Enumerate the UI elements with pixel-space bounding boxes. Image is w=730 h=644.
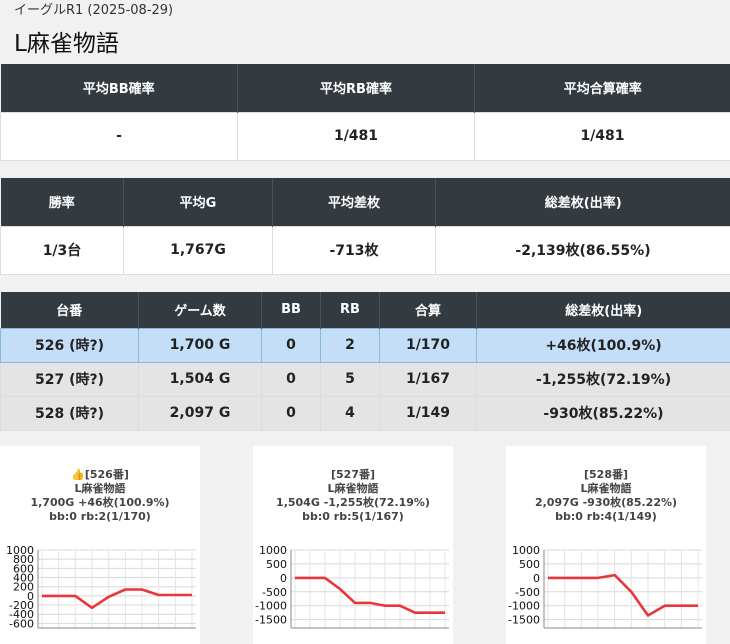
- cell-machine-number[interactable]: 527 (時?): [0, 361, 139, 397]
- card-number-label: 👍[526番]: [71, 468, 129, 481]
- table-row[interactable]: 526 (時?) 1,700 G 0 2 1/170 +46枚(100.9%): [0, 327, 730, 363]
- y-tick-label: -600: [9, 617, 34, 630]
- header-bb[interactable]: BB: [261, 292, 321, 328]
- cell-machine-number[interactable]: 528 (時?): [0, 395, 139, 431]
- header-rb[interactable]: RB: [320, 292, 380, 328]
- header-total-diff[interactable]: 総差枚(出率): [435, 178, 730, 226]
- header-avg-diff[interactable]: 平均差枚: [272, 178, 436, 226]
- value-avg-games: 1,767G: [123, 225, 273, 275]
- header-machine-number[interactable]: 台番: [0, 292, 139, 328]
- y-tick-label: 1000: [259, 544, 287, 557]
- y-tick-label: -1500: [255, 614, 287, 627]
- header-avg-games[interactable]: 平均G: [123, 178, 273, 226]
- cell-combined: 1/149: [379, 395, 477, 431]
- value-total-diff: -2,139枚(86.55%): [435, 225, 730, 275]
- card-machine-name: L麻雀物語: [580, 482, 632, 495]
- header-avg-bb[interactable]: 平均BB確率: [0, 64, 238, 112]
- cell-combined: 1/167: [379, 361, 477, 397]
- cell-total-diff-rate: -1,255枚(72.19%): [476, 361, 730, 397]
- store-date-label: イーグルR1 (2025-08-29): [14, 3, 174, 18]
- machine-card-527[interactable]: [527番] L麻雀物語 1,504G -1,255枚(72.19%) bb:0…: [253, 446, 453, 644]
- header-win-rate[interactable]: 勝率: [0, 178, 124, 226]
- card-number-label: [528番]: [583, 468, 629, 481]
- cell-total-diff-rate: +46枚(100.9%): [476, 327, 730, 363]
- value-avg-bb: -: [0, 111, 238, 161]
- cell-bb: 0: [261, 327, 321, 363]
- card-number-label: [527番]: [330, 468, 376, 481]
- table-row[interactable]: 528 (時?) 2,097 G 0 4 1/149 -930枚(85.22%): [0, 395, 730, 431]
- summary-probability-table: 平均BB確率 平均RB確率 平均合算確率 - 1/481 1/481: [0, 64, 730, 161]
- machine-card-526[interactable]: 👍[526番] L麻雀物語 1,700G +46枚(100.9%) bb:0 r…: [0, 446, 200, 644]
- card-result: 1,504G -1,255枚(72.19%): [276, 496, 430, 509]
- machine-card-528[interactable]: [528番] L麻雀物語 2,097G -930枚(85.22%) bb:0 r…: [506, 446, 706, 644]
- card-result: 2,097G -930枚(85.22%): [534, 496, 678, 509]
- card-machine-name: L麻雀物語: [74, 482, 126, 495]
- cell-game-count: 1,504 G: [138, 361, 262, 397]
- coin-diff-chart: 10005000-500-1000-1500: [508, 544, 702, 629]
- card-bonus: bb:0 rb:5(1/167): [302, 510, 404, 523]
- value-avg-rb: 1/481: [237, 111, 475, 161]
- cell-rb: 2: [320, 327, 380, 363]
- cell-combined: 1/170: [379, 327, 477, 363]
- page-title: L麻雀物語: [14, 31, 119, 57]
- header-total-diff-rate[interactable]: 総差枚(出率): [476, 292, 730, 328]
- value-avg-combined: 1/481: [474, 111, 730, 161]
- cell-game-count: 1,700 G: [138, 327, 262, 363]
- card-bonus: bb:0 rb:2(1/170): [49, 510, 151, 523]
- cell-machine-number[interactable]: 526 (時?): [0, 327, 139, 363]
- y-tick-label: -500: [515, 586, 540, 599]
- header-avg-rb[interactable]: 平均RB確率: [237, 64, 475, 112]
- machine-table: 台番 ゲーム数 BB RB 合算 総差枚(出率) 526 (時?) 1,700 …: [0, 292, 730, 431]
- y-tick-label: -500: [262, 586, 287, 599]
- header-avg-combined[interactable]: 平均合算確率: [474, 64, 730, 112]
- value-win-rate: 1/3台: [0, 225, 124, 275]
- coin-diff-chart: 10008006004002000-200-400-600: [6, 544, 196, 630]
- y-tick-label: 0: [280, 572, 287, 585]
- card-result: 1,700G +46枚(100.9%): [30, 496, 170, 509]
- y-tick-label: 1000: [512, 544, 540, 557]
- summary-result-table: 勝率 平均G 平均差枚 総差枚(出率) 1/3台 1,767G -713枚 -2…: [0, 178, 730, 275]
- card-bonus: bb:0 rb:4(1/149): [555, 510, 657, 523]
- cell-bb: 0: [261, 361, 321, 397]
- cell-bb: 0: [261, 395, 321, 431]
- value-avg-diff: -713枚: [272, 225, 436, 275]
- page-header: イーグルR1 (2025-08-29) L麻雀物語: [0, 0, 730, 64]
- y-tick-label: -1000: [508, 600, 540, 613]
- cell-rb: 5: [320, 361, 380, 397]
- y-tick-label: 500: [266, 558, 287, 571]
- cell-total-diff-rate: -930枚(85.22%): [476, 395, 730, 431]
- y-tick-label: 500: [519, 558, 540, 571]
- header-game-count[interactable]: ゲーム数: [138, 292, 262, 328]
- coin-diff-chart: 10005000-500-1000-1500: [255, 544, 449, 629]
- cell-game-count: 2,097 G: [138, 395, 262, 431]
- header-combined[interactable]: 合算: [379, 292, 477, 328]
- series-line: [548, 573, 698, 617]
- y-tick-label: -1500: [508, 614, 540, 627]
- cell-rb: 4: [320, 395, 380, 431]
- y-tick-label: -1000: [255, 600, 287, 613]
- card-machine-name: L麻雀物語: [327, 482, 379, 495]
- table-row[interactable]: 527 (時?) 1,504 G 0 5 1/167 -1,255枚(72.19…: [0, 361, 730, 397]
- y-tick-label: 0: [533, 572, 540, 585]
